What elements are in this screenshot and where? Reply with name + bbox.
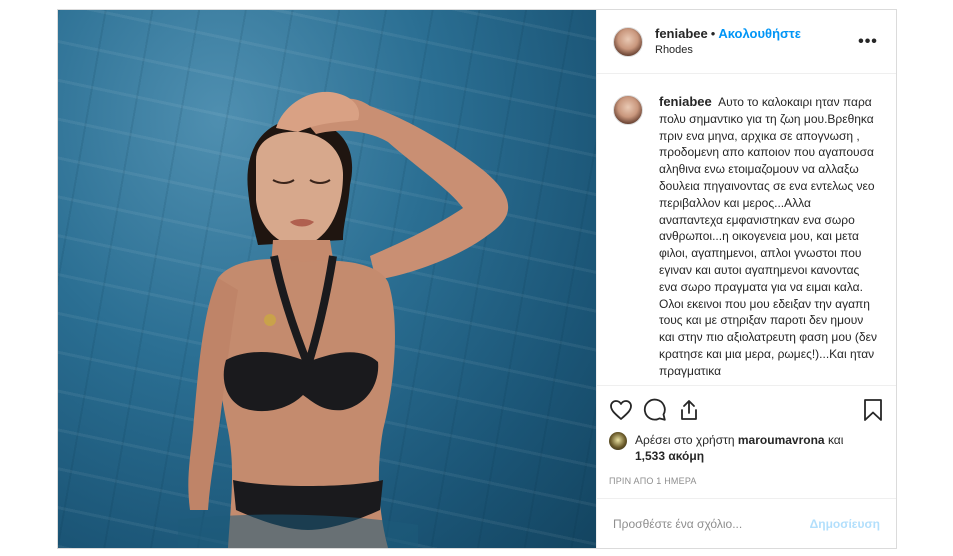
comment-icon[interactable]	[643, 393, 677, 427]
likes-prefix: Αρέσει στο χρήστη	[635, 433, 735, 447]
add-comment-bar: Δημοσίευση	[597, 498, 896, 548]
caption-username[interactable]: feniabee	[659, 94, 712, 109]
username-link[interactable]: feniabee	[655, 26, 708, 41]
heart-icon[interactable]	[609, 393, 643, 427]
caption-avatar[interactable]	[613, 95, 643, 125]
separator-dot: •	[710, 25, 716, 41]
post-photo-illustration	[178, 91, 509, 548]
more-options-icon[interactable]: •••	[856, 33, 880, 51]
likes-count[interactable]: 1,533 ακόμη	[635, 449, 704, 463]
likes-and: και	[827, 433, 844, 447]
comment-input[interactable]	[613, 516, 810, 531]
caption-row: feniabee Αυτο το καλοκαιρι ηταν παρα πολ…	[613, 94, 880, 380]
post-timestamp[interactable]: ΠΡΙΝ ΑΠΟ 1 ΗΜΕΡΑ	[609, 476, 884, 486]
post-header: feniabee • Ακολουθήστε Rhodes •••	[597, 10, 896, 74]
share-icon[interactable]	[677, 393, 711, 427]
user-avatar[interactable]	[613, 26, 643, 57]
caption-text: feniabee Αυτο το καλοκαιρι ηταν παρα πολ…	[659, 94, 877, 380]
header-line: feniabee • Ακολουθήστε	[655, 26, 856, 42]
header-text: feniabee • Ακολουθήστε Rhodes	[655, 26, 856, 58]
post-comment-button[interactable]: Δημοσίευση	[810, 517, 880, 531]
liker-username[interactable]: maroumavrona	[738, 433, 825, 447]
comments-area: feniabee Αυτο το καλοκαιρι ηταν παρα πολ…	[597, 74, 896, 385]
location-link[interactable]: Rhodes	[655, 42, 856, 58]
post-card: feniabee • Ακολουθήστε Rhodes ••• feniabee…	[57, 9, 897, 549]
caption-body: Αυτο το καλοκαιρι ηταν παρα πολυ σημαντι…	[659, 95, 877, 378]
action-icons	[609, 392, 884, 428]
likes-text: Αρέσει στο χρήστη maroumavrona και 1,533…	[635, 432, 843, 464]
bookmark-icon[interactable]	[850, 393, 884, 427]
liker-avatar[interactable]	[609, 432, 627, 450]
post-sidebar: feniabee • Ακολουθήστε Rhodes ••• feniabee…	[596, 10, 896, 548]
likes-summary: Αρέσει στο χρήστη maroumavrona και 1,533…	[609, 432, 884, 464]
follow-button[interactable]: Ακολουθήστε	[718, 26, 801, 41]
actions-section: Αρέσει στο χρήστη maroumavrona και 1,533…	[597, 385, 896, 498]
post-photo[interactable]	[58, 10, 596, 548]
